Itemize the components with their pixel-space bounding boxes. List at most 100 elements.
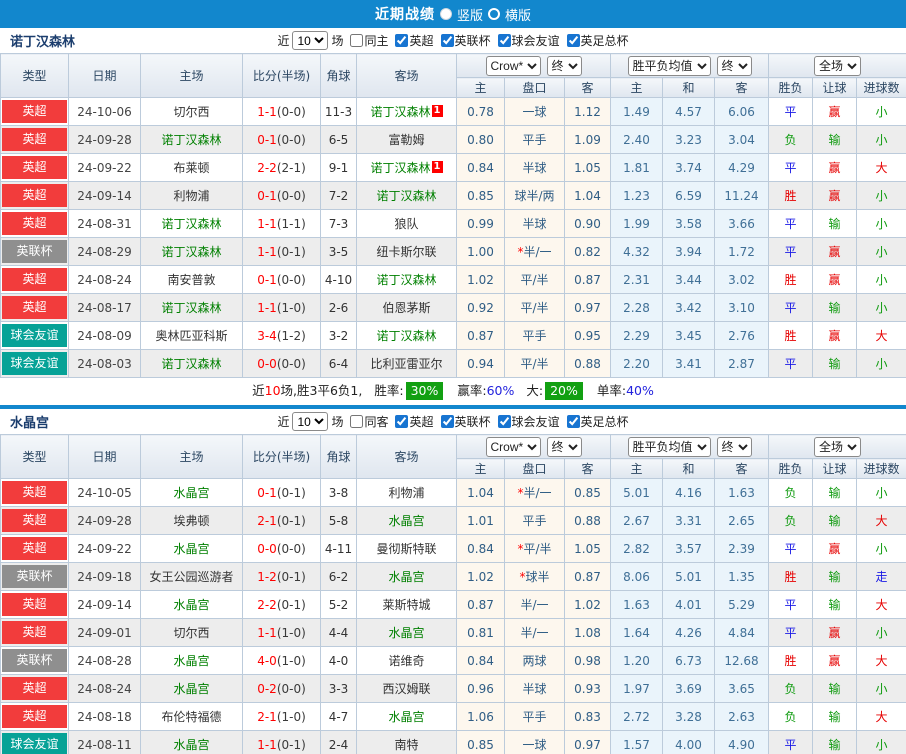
avg-away-cell: 2.63 [713, 702, 770, 731]
home-odds-cell: 0.78 [456, 97, 505, 126]
scope-select[interactable]: 全场 [814, 436, 862, 457]
league-checkbox-friendly[interactable] [497, 415, 511, 428]
avg-home-cell: 2.67 [610, 506, 663, 535]
away-team-cell: 比利亚雷亚尔 [356, 349, 457, 378]
team-label: 埃弗顿 [173, 514, 210, 528]
away-team-cell: 水晶宫 [356, 702, 457, 731]
league-checkbox-facup[interactable] [566, 415, 580, 428]
scope-select[interactable]: 全场 [814, 55, 862, 76]
odds-state-select[interactable]: 终 [546, 436, 582, 457]
recent-games-select[interactable]: 10 [292, 412, 329, 431]
goals-result-cell: 小 [856, 730, 906, 754]
goals-result-cell: 大 [856, 702, 906, 731]
home-odds-cell: 0.84 [456, 534, 505, 563]
result-cell: 平 [768, 349, 814, 378]
league-type-cell: 英超 [0, 209, 69, 238]
matches-table-1: 类型 日期 主场 比分(半场) 角球 客场 Crow*终 胜平负均值终 全场 [0, 53, 906, 378]
league-badge: 英超 [2, 268, 67, 291]
corner-cell: 6-5 [320, 125, 357, 154]
goals-result-cell: 小 [856, 293, 906, 322]
goals-result-cell: 小 [856, 265, 906, 294]
result-cell: 平 [768, 590, 814, 619]
odds-state-select[interactable]: 终 [546, 55, 582, 76]
league-checkbox-friendly[interactable] [497, 34, 511, 47]
odds-company-select[interactable]: Crow* [485, 55, 541, 76]
summary-games: 10 [264, 383, 281, 398]
section-team-2: 水晶宫 近 10 场 同客 英超 英联杯 球会友谊 英足总杯 类型 日期 主场 … [0, 409, 906, 754]
col-corner: 角球 [320, 53, 357, 98]
avg-draw-cell: 3.74 [662, 153, 715, 182]
away-odds-cell: 0.83 [564, 702, 611, 731]
handicap-cell: 平手 [504, 506, 565, 535]
summary-record: 场,胜3平6负1, [280, 383, 363, 398]
league-type-cell: 英超 [0, 265, 69, 294]
league-type-cell: 英联杯 [0, 237, 69, 266]
team-label: 西汉姆联 [382, 682, 431, 696]
corner-cell: 4-10 [320, 265, 357, 294]
team-label: 纽卡斯尔联 [376, 245, 437, 259]
section-team-1: 诺丁汉森林 近 10 场 同主 英超 英联杯 球会友谊 英足总杯 类型 日期 主… [0, 28, 906, 405]
avg-type-select[interactable]: 胜平负均值 [627, 436, 711, 457]
league-type-cell: 英超 [0, 153, 69, 182]
league-label-friendly: 球会友谊 [511, 34, 560, 48]
away-odds-cell: 1.12 [564, 97, 611, 126]
team-label: 诺丁汉森林 [370, 105, 431, 119]
result-cell: 平 [768, 237, 814, 266]
recent-games-select[interactable]: 10 [292, 31, 329, 50]
match-row: 英超 24-08-24 南安普敦 0-1(0-0) 4-10 诺丁汉森林 1.02 平/半 0.… [0, 265, 906, 294]
team-label: 水晶宫 [173, 542, 210, 556]
score-cell: 1-1(0-0) [242, 97, 321, 126]
goals-result-cell: 小 [856, 237, 906, 266]
avg-away-cell: 4.29 [713, 153, 770, 182]
corner-cell: 11-3 [320, 97, 357, 126]
away-team-cell: 诺维奇 [356, 646, 457, 675]
league-checkbox-eflcup[interactable] [440, 34, 454, 47]
subcol-handicap-result: 让球 [812, 77, 858, 98]
home-odds-cell: 1.02 [456, 265, 505, 294]
away-odds-cell: 0.98 [564, 646, 611, 675]
horizontal-layout-radio[interactable] [488, 8, 500, 20]
avg-away-cell: 3.04 [713, 125, 770, 154]
team-label: 诺丁汉森林 [370, 161, 431, 175]
corner-cell: 2-4 [320, 730, 357, 754]
league-checkbox-facup[interactable] [566, 34, 580, 47]
league-checkbox-premier[interactable] [395, 415, 409, 428]
avg-draw-cell: 3.23 [662, 125, 715, 154]
away-odds-cell: 0.82 [564, 237, 611, 266]
same-venue-checkbox[interactable] [350, 415, 364, 428]
vertical-layout-radio[interactable] [439, 8, 452, 20]
goals-result-cell: 大 [856, 321, 906, 350]
team-label: 女王公园巡游者 [149, 570, 234, 584]
avg-type-select[interactable]: 胜平负均值 [627, 55, 711, 76]
avg-away-cell: 3.66 [713, 209, 770, 238]
odds-company-select[interactable]: Crow* [485, 436, 541, 457]
result-cell: 负 [768, 674, 814, 703]
team-label: 水晶宫 [173, 682, 210, 696]
avg-state-select[interactable]: 终 [716, 436, 752, 457]
handicap-cell: 半球 [504, 209, 565, 238]
avg-state-select[interactable]: 终 [716, 55, 752, 76]
corner-cell: 3-2 [320, 321, 357, 350]
league-checkbox-premier[interactable] [395, 34, 409, 47]
handicap-result-cell: 赢 [812, 181, 858, 210]
match-row: 英联杯 24-09-18 女王公园巡游者 1-2(0-1) 6-2 水晶宫 1.02 *球半 0… [0, 562, 906, 591]
league-badge: 英超 [2, 128, 67, 151]
league-badge: 英超 [2, 100, 67, 123]
away-odds-cell: 0.85 [564, 478, 611, 507]
result-cell: 胜 [768, 265, 814, 294]
team-label: 诺丁汉森林 [161, 357, 222, 371]
horizontal-layout-label: 横版 [505, 8, 532, 24]
same-venue-checkbox[interactable] [350, 34, 364, 47]
home-odds-cell: 0.96 [456, 674, 505, 703]
avg-home-cell: 1.99 [610, 209, 663, 238]
avg-draw-cell: 3.94 [662, 237, 715, 266]
subcol-odds-away: 客 [564, 458, 611, 479]
home-team-cell: 利物浦 [140, 181, 243, 210]
league-badge: 英超 [2, 537, 67, 560]
match-row: 英联杯 24-08-28 水晶宫 4-0(1-0) 4-0 诺维奇 0.84 两球 0.98 1.… [0, 646, 906, 675]
league-type-cell: 英超 [0, 97, 69, 126]
avg-draw-cell: 5.01 [662, 562, 715, 591]
away-team-cell: 狼队 [356, 209, 457, 238]
league-badge: 英超 [2, 705, 67, 728]
league-checkbox-eflcup[interactable] [440, 415, 454, 428]
